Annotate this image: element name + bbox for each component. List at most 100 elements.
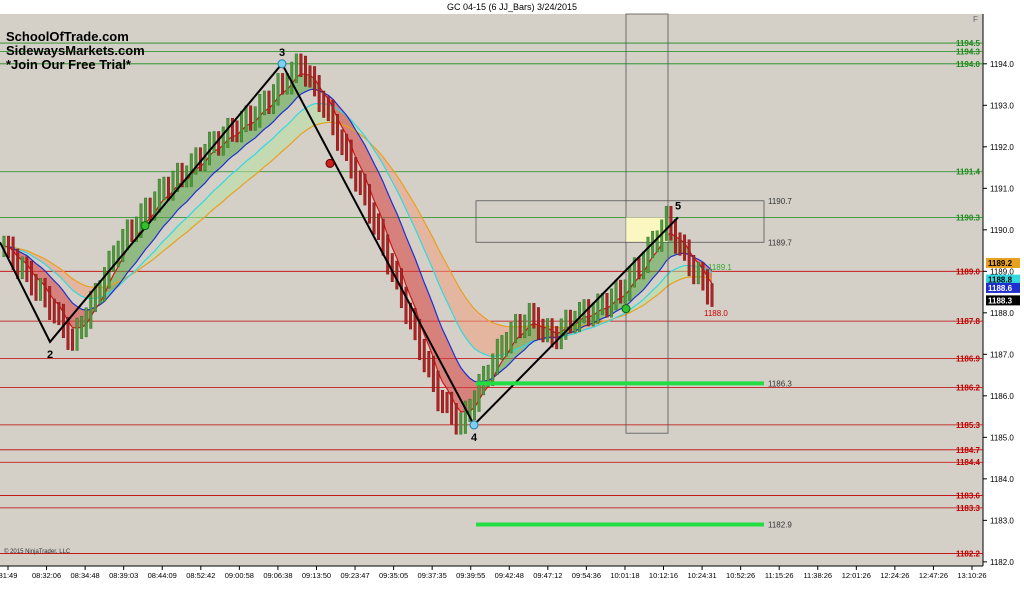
x-tick-label: 12:47:26 xyxy=(919,571,948,580)
bull-bar xyxy=(642,252,645,279)
bull-bar xyxy=(478,374,481,411)
bear-bar xyxy=(441,390,444,413)
bull-bar xyxy=(505,332,508,356)
bear-bar xyxy=(364,174,367,205)
bear-bar xyxy=(7,236,10,258)
x-tick-label: 09:06:38 xyxy=(263,571,292,580)
y-tick-label: 1187.0 xyxy=(990,350,1014,359)
bear-bar xyxy=(396,261,399,289)
bull-bar xyxy=(665,206,668,240)
price-chart[interactable]: GC 04-15 (6 JJ_Bars) 3/24/2015 2345 1190… xyxy=(0,0,1024,588)
x-tick-label: 09:35:05 xyxy=(379,571,408,580)
bear-bar xyxy=(373,203,376,235)
bull-bar xyxy=(272,84,275,113)
bull-bar xyxy=(39,278,42,300)
bull-bar xyxy=(213,131,216,152)
bear-bar xyxy=(679,233,682,256)
bear-bar xyxy=(386,235,389,274)
x-tick-label: 09:54:36 xyxy=(572,571,601,580)
x-tick-label: 09:23:47 xyxy=(340,571,369,580)
swing-label-3: 3 xyxy=(279,47,285,59)
bear-bar xyxy=(706,270,709,305)
level-price-label: 1187.8 xyxy=(956,317,981,326)
x-tick-label: 08:34:48 xyxy=(71,571,100,580)
level-price-label: 1186.9 xyxy=(956,354,981,363)
bear-bar xyxy=(569,310,572,333)
chart-title: GC 04-15 (6 JJ_Bars) 3/24/2015 xyxy=(447,2,577,12)
bull-bar xyxy=(254,107,257,131)
y-tick-label: 1183.0 xyxy=(990,516,1014,525)
bear-bar xyxy=(26,257,29,282)
inline-price-label: 1189.1 xyxy=(708,263,732,272)
bear-bar xyxy=(606,293,609,317)
bear-bar xyxy=(638,258,641,279)
bear-bar xyxy=(683,235,686,261)
bear-bar xyxy=(674,220,677,254)
bear-bar xyxy=(236,121,239,142)
bull-bar xyxy=(163,177,166,200)
bull-bar xyxy=(222,127,225,156)
watermark-line-3: *Join Our Free Trial* xyxy=(6,57,132,72)
bear-bar xyxy=(692,255,695,284)
bear-bar xyxy=(341,130,344,155)
level-price-label: 1182.2 xyxy=(956,550,981,559)
bear-bar xyxy=(281,73,284,94)
bear-bar xyxy=(446,392,449,413)
bull-bar xyxy=(90,291,93,328)
bear-bar xyxy=(336,114,339,150)
bull-bar xyxy=(615,280,618,310)
axis-menu-icon[interactable]: F xyxy=(973,15,978,24)
bear-bar xyxy=(437,371,440,411)
bear-bar xyxy=(423,339,426,372)
bull-bar xyxy=(473,391,476,420)
copyright-text: © 2015 NinjaTrader, LLC xyxy=(4,548,71,555)
bear-bar xyxy=(318,75,321,111)
bull-bar xyxy=(76,318,79,350)
x-tick-label: 12:24:26 xyxy=(880,571,909,580)
bear-bar xyxy=(167,177,170,200)
bear-bar xyxy=(455,403,458,434)
bull-bar xyxy=(592,303,595,326)
level-price-label: 1184.7 xyxy=(956,446,981,455)
bear-bar xyxy=(268,91,271,114)
bear-bar xyxy=(432,356,435,391)
price-badge-text: 1188.6 xyxy=(988,284,1013,293)
bull-bar xyxy=(80,316,83,339)
bull-bar xyxy=(565,310,568,340)
level-price-label: 1189.0 xyxy=(956,267,981,276)
level-price-label: 1183.6 xyxy=(956,491,981,500)
bull-bar xyxy=(240,111,243,142)
swing-label-2: 2 xyxy=(47,349,53,361)
bear-bar xyxy=(217,131,220,155)
inline-price-label: 1182.9 xyxy=(768,520,792,529)
x-tick-label: 10:24:31 xyxy=(687,571,716,580)
bull-bar xyxy=(158,179,161,212)
bear-bar xyxy=(300,54,303,77)
bull-bar xyxy=(277,73,280,105)
y-tick-label: 1191.0 xyxy=(990,184,1014,193)
bull-bar xyxy=(291,62,294,94)
bull-bar xyxy=(523,315,526,338)
x-tick-label: 08:39:03 xyxy=(109,571,138,580)
plot-area[interactable] xyxy=(0,14,983,566)
cross-dot-green xyxy=(622,305,630,313)
pivot-marker xyxy=(470,421,478,429)
bear-bar xyxy=(30,261,33,295)
bull-bar xyxy=(126,220,129,250)
bull-bar xyxy=(144,198,147,224)
x-tick-label: 09:37:35 xyxy=(418,571,447,580)
y-tick-label: 1192.0 xyxy=(990,143,1014,152)
swing-label-4: 4 xyxy=(471,432,478,444)
x-tick-label: 09:39:55 xyxy=(456,571,485,580)
bear-bar xyxy=(332,100,335,135)
bull-bar xyxy=(697,262,700,284)
y-tick-label: 1185.0 xyxy=(990,433,1014,442)
bull-bar xyxy=(460,413,463,435)
bear-bar xyxy=(53,299,56,323)
bear-bar xyxy=(619,280,622,303)
bull-bar xyxy=(259,94,262,127)
bull-bar xyxy=(624,280,627,303)
inline-price-label: 1189.7 xyxy=(768,238,792,247)
bear-bar xyxy=(131,220,134,242)
bull-bar xyxy=(510,322,513,353)
